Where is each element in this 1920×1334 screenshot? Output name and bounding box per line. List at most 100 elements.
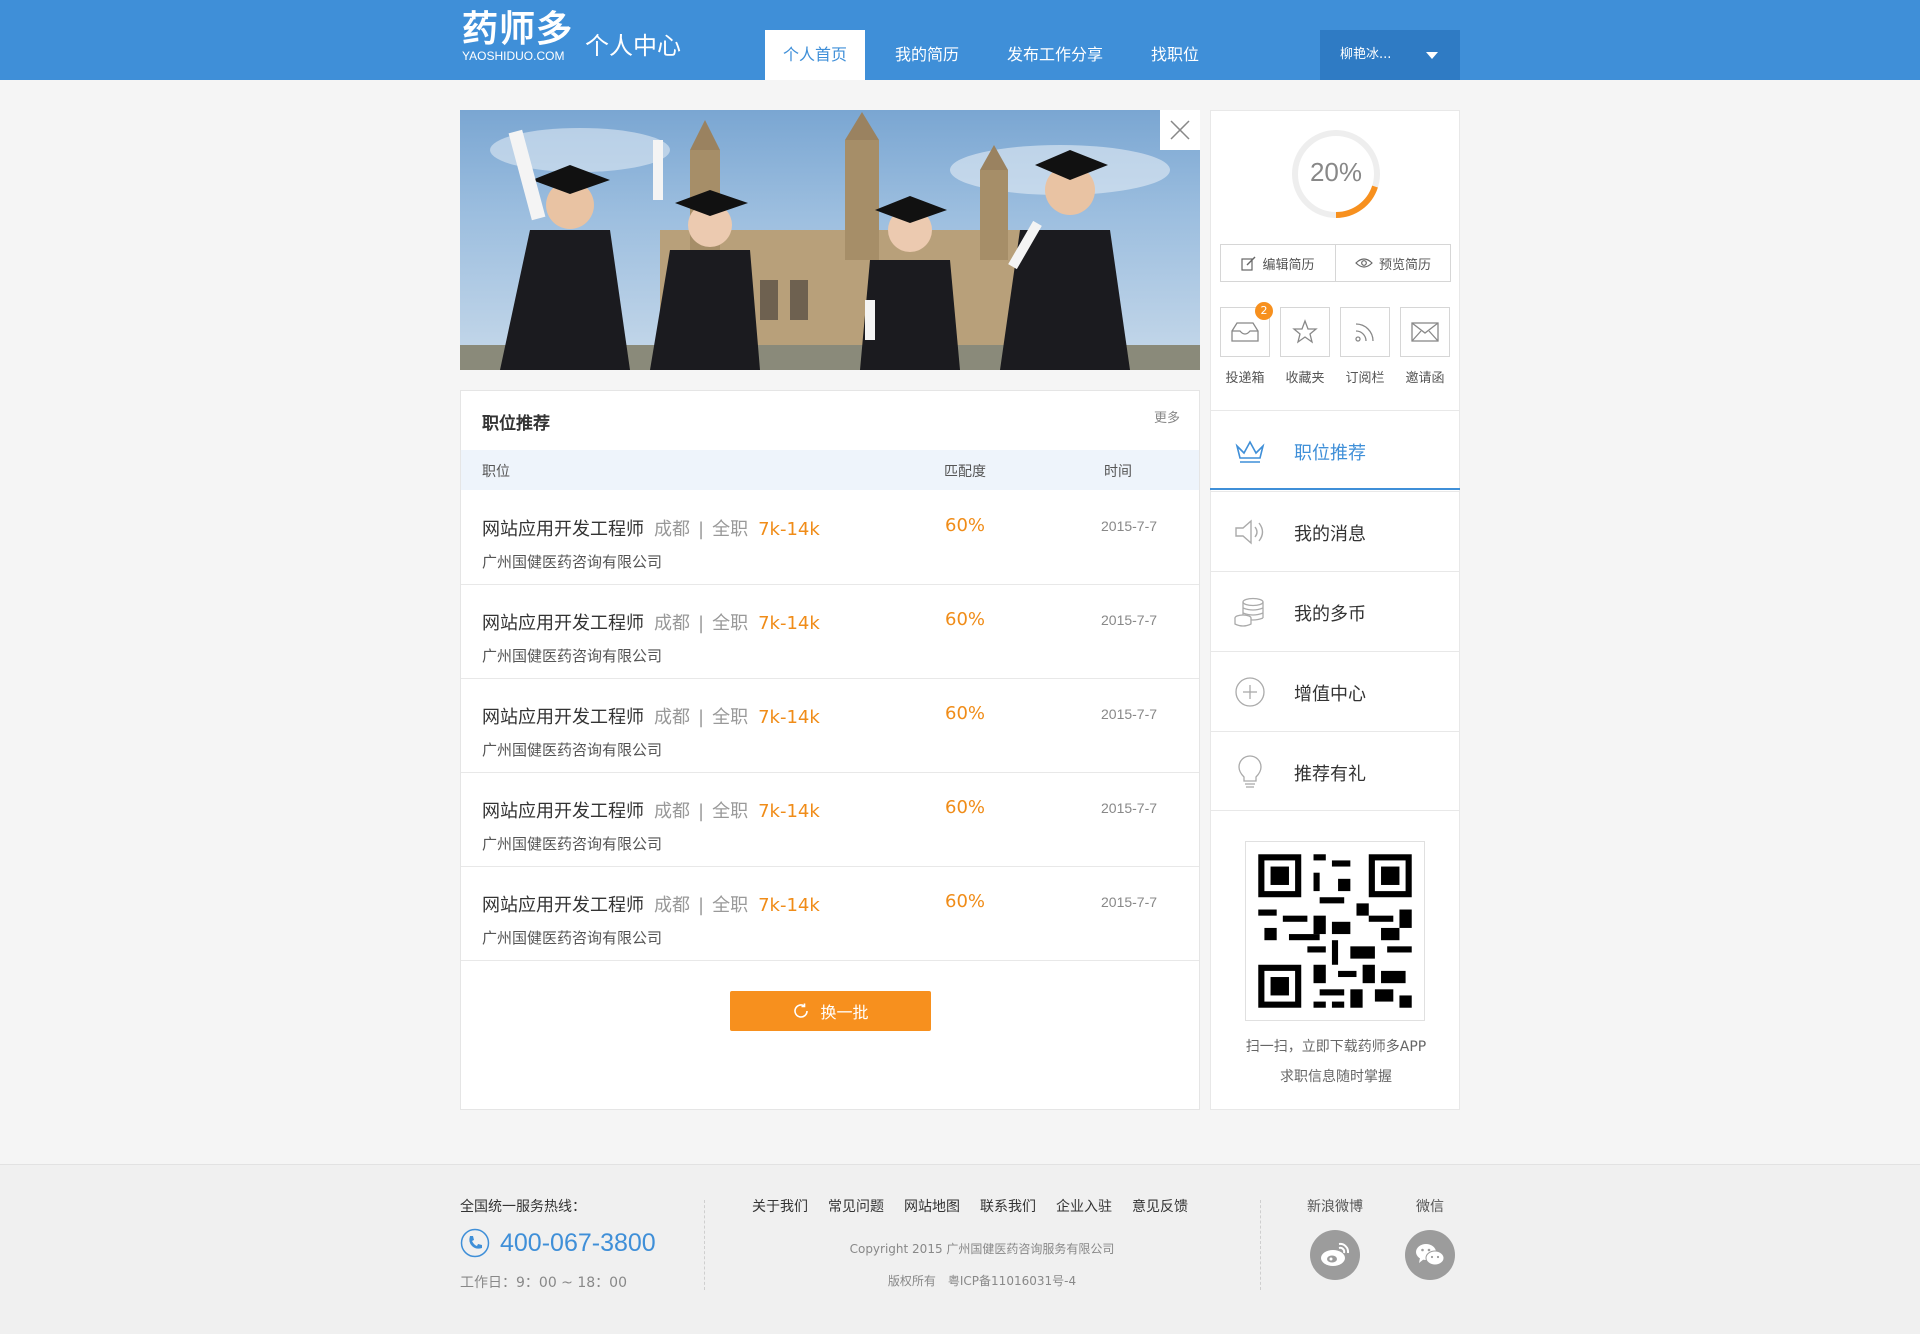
- refresh-batch-button[interactable]: 换一批: [730, 991, 931, 1031]
- footer-link-contact[interactable]: 联系我们: [980, 1196, 1036, 1216]
- menu-label: 推荐有礼: [1294, 764, 1366, 785]
- menu-item-messages[interactable]: 我的消息: [1210, 491, 1460, 571]
- qr-caption-line2: 求职信息随时掌握: [1280, 1069, 1392, 1085]
- main-nav: 个人首页 我的简历 发布工作分享 找职位: [765, 30, 1229, 80]
- job-date: 2015-7-7: [1101, 706, 1158, 722]
- eye-icon: [1355, 258, 1373, 268]
- graduation-photo: [460, 112, 1200, 370]
- job-title[interactable]: 网站应用开发工程师: [482, 519, 644, 540]
- nav-item-share[interactable]: 发布工作分享: [989, 30, 1121, 80]
- job-separator: |: [698, 801, 705, 822]
- column-header-time: 时间: [1104, 464, 1132, 480]
- job-match: 60%: [945, 891, 986, 912]
- menu-item-value-center[interactable]: 增值中心: [1210, 651, 1460, 731]
- job-title[interactable]: 网站应用开发工程师: [482, 801, 644, 822]
- weibo-link[interactable]: 新浪微博: [1305, 1196, 1365, 1280]
- coins-icon: [1234, 597, 1264, 627]
- job-type: 全职: [712, 707, 749, 728]
- quick-label: 订阅栏: [1345, 371, 1385, 386]
- top-header: 药师多 YAOSHIDUO.COM 个人中心 个人首页 我的简历 发布工作分享 …: [0, 0, 1920, 80]
- job-date: 2015-7-7: [1101, 800, 1158, 816]
- job-salary: 7k-14k: [758, 707, 820, 728]
- menu-item-job-recommend[interactable]: 职位推荐: [1210, 410, 1460, 490]
- job-title[interactable]: 网站应用开发工程师: [482, 707, 644, 728]
- nav-item-resume[interactable]: 我的简历: [877, 30, 977, 80]
- phone-icon: [460, 1228, 490, 1258]
- job-row[interactable]: 网站应用开发工程师 成都 | 全职 7k-14k 广州国健医药咨询有限公司 60% 20…: [461, 585, 1199, 679]
- job-separator: |: [698, 613, 705, 634]
- job-company[interactable]: 广州国健医药咨询有限公司: [482, 645, 662, 666]
- job-city: 成都: [654, 613, 690, 634]
- wechat-link[interactable]: 微信: [1400, 1196, 1460, 1280]
- speaker-icon: [1235, 519, 1264, 545]
- job-match: 60%: [945, 515, 986, 536]
- work-hours: 工作日：9：00 ~ 18：00: [460, 1275, 627, 1291]
- weibo-label: 新浪微博: [1307, 1199, 1363, 1215]
- job-match: 60%: [945, 703, 986, 724]
- column-header-match: 匹配度: [944, 464, 986, 480]
- job-city: 成都: [654, 707, 690, 728]
- caret-down-icon: [1426, 52, 1438, 59]
- footer-link-enterprise[interactable]: 企业入驻: [1056, 1196, 1112, 1216]
- section-title: 职位推荐: [482, 414, 550, 434]
- menu-item-referral[interactable]: 推荐有礼: [1210, 731, 1460, 811]
- quick-label: 投递箱: [1225, 371, 1265, 386]
- footer-link-sitemap[interactable]: 网站地图: [904, 1196, 960, 1216]
- job-row[interactable]: 网站应用开发工程师 成都 | 全职 7k-14k 广州国健医药咨询有限公司 60% 20…: [461, 491, 1199, 585]
- user-dropdown[interactable]: 柳艳冰...: [1320, 30, 1460, 80]
- menu-label: 增值中心: [1294, 684, 1366, 705]
- footer-links: 关于我们 常见问题 网站地图 联系我们 企业入驻 意见反馈: [752, 1196, 1208, 1216]
- close-icon: [1170, 120, 1190, 140]
- quick-favorites[interactable]: 收藏夹: [1280, 307, 1330, 386]
- job-type: 全职: [712, 801, 749, 822]
- nav-item-find-jobs[interactable]: 找职位: [1133, 30, 1217, 80]
- completion-percent: 20%: [1309, 157, 1363, 187]
- banner-close-button[interactable]: [1160, 110, 1200, 150]
- job-row[interactable]: 网站应用开发工程师 成都 | 全职 7k-14k 广州国健医药咨询有限公司 60% 20…: [461, 867, 1199, 961]
- edit-resume-label: 编辑简历: [1262, 257, 1315, 273]
- more-link[interactable]: 更多: [1154, 407, 1180, 426]
- wechat-label: 微信: [1416, 1199, 1444, 1215]
- footer-link-feedback[interactable]: 意见反馈: [1132, 1196, 1188, 1216]
- profile-sidebar: 20% 编辑简历 预览简历 2 投递箱 收藏夹 订阅栏 邀请函 职位推荐 我的消…: [1210, 110, 1460, 1110]
- table-header: 职位 匹配度 时间: [461, 450, 1199, 490]
- quick-label: 收藏夹: [1285, 371, 1325, 386]
- footer-link-faq[interactable]: 常见问题: [828, 1196, 884, 1216]
- wechat-icon: [1416, 1244, 1445, 1266]
- graduation-banner: [460, 110, 1200, 370]
- footer-divider: [1260, 1200, 1261, 1290]
- job-type: 全职: [712, 613, 749, 634]
- job-city: 成都: [654, 519, 690, 540]
- job-company[interactable]: 广州国健医药咨询有限公司: [482, 927, 662, 948]
- job-company[interactable]: 广州国健医药咨询有限公司: [482, 739, 662, 760]
- page-title: 个人中心: [585, 32, 681, 60]
- column-header-position: 职位: [482, 464, 510, 480]
- footer-link-about[interactable]: 关于我们: [752, 1196, 808, 1216]
- quick-inbox[interactable]: 2 投递箱: [1220, 302, 1273, 386]
- job-salary: 7k-14k: [758, 895, 820, 916]
- icp-text: 版权所有 粤ICP备11016031号-4: [887, 1274, 1077, 1288]
- star-icon: [1292, 319, 1318, 344]
- job-title[interactable]: 网站应用开发工程师: [482, 895, 644, 916]
- job-title[interactable]: 网站应用开发工程师: [482, 613, 644, 634]
- inbox-icon: [1231, 322, 1259, 342]
- quick-invitations[interactable]: 邀请函: [1400, 307, 1450, 386]
- preview-resume-label: 预览简历: [1378, 257, 1431, 273]
- job-row[interactable]: 网站应用开发工程师 成都 | 全职 7k-14k 广州国健医药咨询有限公司 60% 20…: [461, 773, 1199, 867]
- job-match: 60%: [945, 797, 986, 818]
- menu-label: 我的多币: [1294, 604, 1366, 625]
- nav-item-home[interactable]: 个人首页: [765, 30, 866, 80]
- site-logo[interactable]: 药师多 YAOSHIDUO.COM: [462, 10, 573, 64]
- edit-resume-button[interactable]: 编辑简历: [1221, 245, 1335, 281]
- quick-subscriptions[interactable]: 订阅栏: [1340, 307, 1390, 386]
- weibo-icon: [1321, 1242, 1350, 1266]
- copyright-text: Copyright 2015 广州国健医药咨询服务有限公司: [849, 1242, 1115, 1256]
- preview-resume-button[interactable]: 预览简历: [1335, 245, 1450, 281]
- job-row[interactable]: 网站应用开发工程师 成都 | 全职 7k-14k 广州国健医药咨询有限公司 60% 20…: [461, 679, 1199, 773]
- job-company[interactable]: 广州国健医药咨询有限公司: [482, 551, 662, 572]
- job-company[interactable]: 广州国健医药咨询有限公司: [482, 833, 662, 854]
- qr-code-image: [1246, 842, 1424, 1020]
- qr-caption-line1: 扫一扫，立即下载药师多APP: [1245, 1039, 1427, 1055]
- menu-item-coins[interactable]: 我的多币: [1210, 571, 1460, 651]
- inbox-badge: 2: [1255, 302, 1273, 320]
